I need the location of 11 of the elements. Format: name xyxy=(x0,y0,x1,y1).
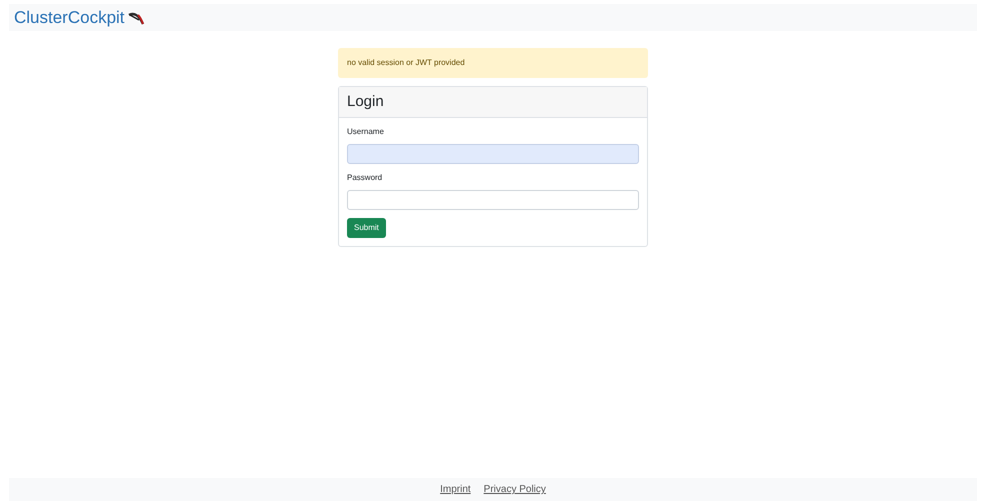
field-label: Password xyxy=(347,172,384,184)
input-field[interactable] xyxy=(347,190,639,210)
footer-link[interactable]: Imprint xyxy=(440,482,471,497)
footer-link[interactable]: Privacy Policy xyxy=(484,482,546,497)
card-title: Login xyxy=(339,87,647,118)
input-field[interactable] xyxy=(347,144,639,164)
brand-logo[interactable]: ClusterCockpit xyxy=(14,4,145,30)
field-label: Username xyxy=(347,126,385,138)
gauge-needle-icon xyxy=(126,10,145,24)
submit-button[interactable]: Submit xyxy=(347,218,386,238)
alert-message: no valid session or JWT provided xyxy=(338,48,648,78)
